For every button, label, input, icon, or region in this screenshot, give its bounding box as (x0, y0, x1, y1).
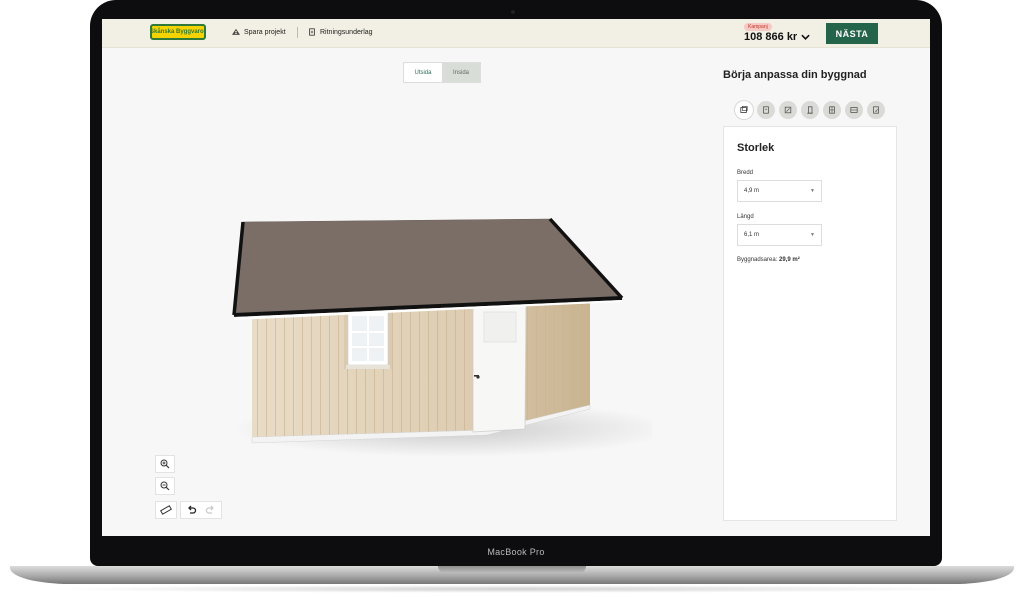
length-select[interactable]: 6,1 m ▼ (737, 224, 822, 246)
tab-facade[interactable] (779, 101, 797, 119)
save-icon (232, 28, 240, 35)
app-screen: Skånska Byggvaror Spara projekt Ritnings… (102, 19, 930, 536)
tab-interior[interactable] (845, 101, 863, 119)
stage: MacBook Pro Skånska Byggvaror Spara proj… (0, 0, 1024, 598)
panel-title: Börja anpassa din byggnad (723, 69, 867, 81)
config-tabs (735, 101, 885, 119)
chevron-down-icon: ▼ (810, 188, 815, 194)
view-toggle: Utsida Insida (403, 62, 481, 83)
tab-door[interactable] (801, 101, 819, 119)
width-select[interactable]: 4,9 m ▼ (737, 180, 822, 202)
brand-logo-text: Skånska Byggvaror (149, 29, 207, 35)
summary-icon (873, 106, 879, 114)
history-controls (180, 501, 222, 519)
campaign-badge: Kampanj (744, 23, 772, 31)
top-bar: Skånska Byggvaror Spara projekt Ritnings… (102, 19, 930, 48)
next-button[interactable]: NÄSTA (826, 23, 878, 44)
price-value: 108 866 kr (744, 31, 798, 43)
drawing-basis-button[interactable]: Ritningsunderlag (308, 28, 373, 36)
length-value: 6,1 m (744, 232, 760, 238)
laptop-notch (438, 566, 586, 573)
document-icon (309, 28, 315, 36)
tab-inside[interactable]: Insida (442, 63, 480, 82)
config-card: Storlek Bredd 4,9 m ▼ Längd 6,1 m ▼ Bygg… (723, 126, 897, 521)
area-value: 29,9 m² (779, 257, 800, 263)
tab-outside[interactable]: Utsida (404, 63, 442, 82)
walls-icon (763, 106, 769, 114)
drawing-basis-label: Ritningsunderlag (320, 28, 373, 36)
chevron-down-icon: ▼ (810, 232, 815, 238)
door-icon (807, 106, 813, 114)
save-project-label: Spara projekt (244, 28, 286, 36)
section-title: Storlek (737, 142, 775, 154)
facade-icon (784, 106, 792, 114)
ruler-icon (160, 505, 172, 515)
length-label: Längd (737, 214, 754, 220)
size-icon (740, 106, 748, 113)
building-area: Byggnadsarea: 29,9 m² (737, 257, 800, 263)
width-label: Bredd (737, 170, 754, 176)
tab-size[interactable] (735, 101, 753, 119)
price-dropdown[interactable]: 108 866 kr (744, 31, 810, 43)
interior-icon (850, 107, 858, 113)
laptop-shadow (40, 585, 984, 593)
undo-icon[interactable] (187, 505, 197, 515)
redo-icon[interactable] (205, 505, 215, 515)
door-window (483, 311, 517, 343)
width-value: 4,9 m (744, 188, 760, 194)
camera-dot (511, 10, 515, 14)
area-label: Byggnadsarea: (737, 257, 778, 263)
zoom-in-button[interactable] (155, 455, 175, 473)
tab-window[interactable] (823, 101, 841, 119)
zoom-out-icon (160, 481, 170, 491)
zoom-in-icon (160, 459, 170, 469)
chevron-down-icon (801, 34, 810, 40)
save-project-button[interactable]: Spara projekt (232, 28, 286, 36)
tab-summary[interactable] (867, 101, 885, 119)
measure-button[interactable] (155, 501, 177, 519)
brand-logo[interactable]: Skånska Byggvaror (150, 24, 206, 40)
topbar-separator (297, 27, 298, 38)
window-icon (829, 106, 835, 114)
zoom-out-button[interactable] (155, 477, 175, 495)
building-3d-view[interactable] (222, 179, 652, 479)
tab-walls[interactable] (757, 101, 775, 119)
device-label: MacBook Pro (487, 547, 545, 557)
